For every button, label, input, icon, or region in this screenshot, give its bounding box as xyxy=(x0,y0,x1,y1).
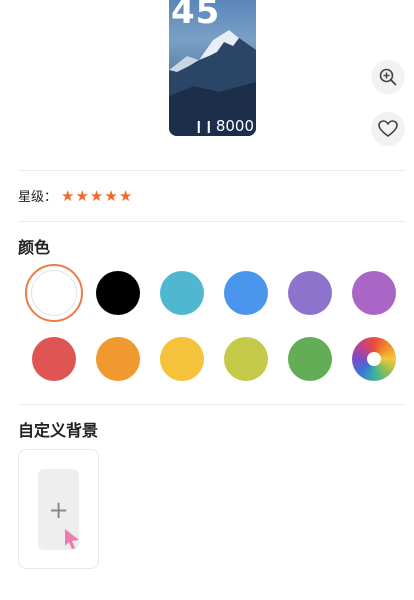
zoom-button[interactable] xyxy=(371,60,405,94)
color-swatch-red[interactable] xyxy=(32,337,76,381)
rating-row: 星级： ★ ★ ★ ★ ★ xyxy=(18,186,132,205)
color-swatch-green[interactable] xyxy=(288,337,332,381)
color-swatch-purple[interactable] xyxy=(352,271,396,315)
plus-icon: + xyxy=(48,495,69,524)
divider xyxy=(18,170,406,171)
color-swatch-white xyxy=(31,270,77,316)
steps-count: 8000 xyxy=(215,117,254,135)
preview-time: 45 xyxy=(171,0,221,32)
watchface-preview[interactable]: 45 ❙❙ 8000 xyxy=(169,0,256,136)
color-swatch-yellow[interactable] xyxy=(160,337,204,381)
color-swatch-lime[interactable] xyxy=(224,337,268,381)
color-swatch-cyan[interactable] xyxy=(160,271,204,315)
colors-title: 颜色 xyxy=(18,240,51,257)
custom-background-title: 自定义背景 xyxy=(18,423,99,440)
zoom-in-icon xyxy=(379,68,397,86)
rating-stars: ★ ★ ★ ★ ★ xyxy=(61,188,132,204)
color-swatch-multicolor[interactable] xyxy=(352,337,396,381)
color-swatch-black[interactable] xyxy=(96,271,140,315)
footprints-icon: ❙❙ xyxy=(193,119,214,133)
divider xyxy=(18,221,406,222)
color-swatch-white-selected[interactable] xyxy=(25,264,83,322)
cursor-pointer-icon xyxy=(65,529,79,549)
color-swatch-orange[interactable] xyxy=(96,337,140,381)
rating-label: 星级： xyxy=(18,189,58,204)
preview-steps: ❙❙ 8000 xyxy=(194,117,254,135)
favorite-button[interactable] xyxy=(371,112,405,146)
color-swatch-violet[interactable] xyxy=(288,271,332,315)
star-icon: ★ xyxy=(75,186,89,205)
star-icon: ★ xyxy=(89,186,104,205)
star-icon: ★ xyxy=(118,186,133,205)
divider xyxy=(18,404,406,405)
custom-background-add-tile[interactable]: + xyxy=(18,449,99,569)
multicolor-center xyxy=(367,352,381,366)
star-icon: ★ xyxy=(104,186,118,205)
star-icon: ★ xyxy=(61,186,75,205)
heart-icon xyxy=(378,120,398,137)
color-swatch-blue[interactable] xyxy=(224,271,268,315)
